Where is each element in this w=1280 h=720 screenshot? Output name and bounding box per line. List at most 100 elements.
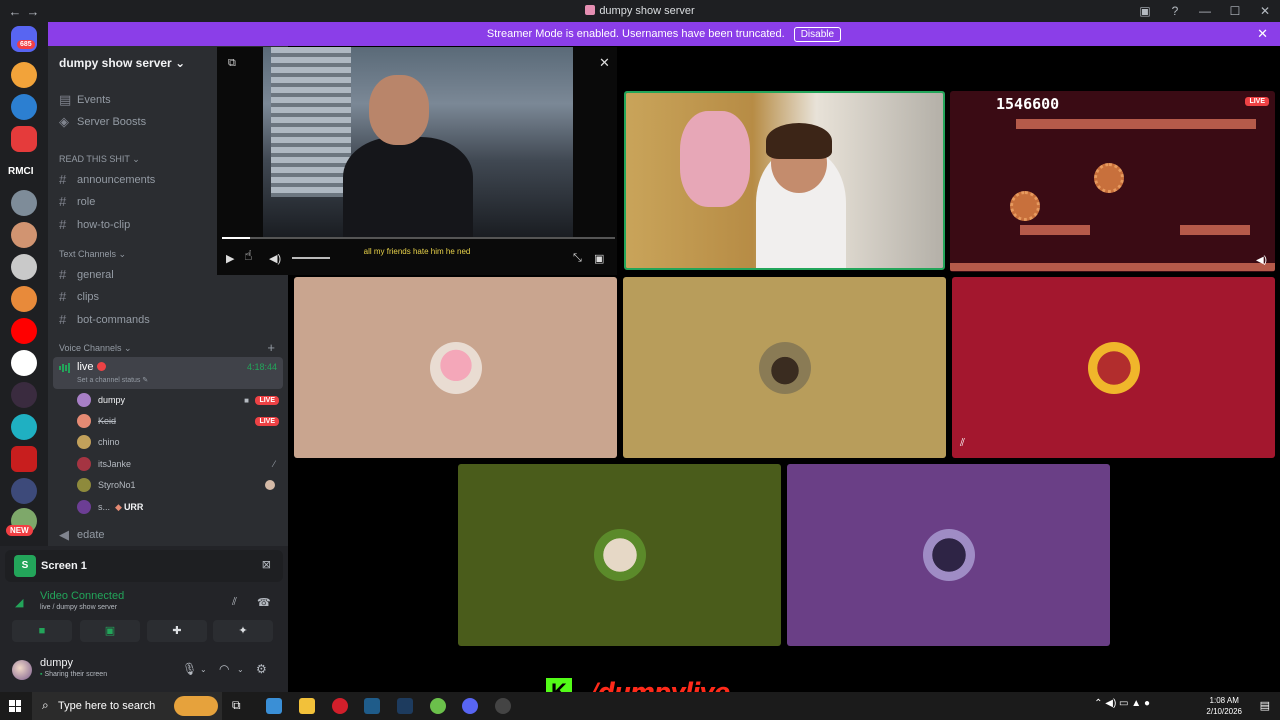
volume-slider[interactable] [292,257,330,259]
participant-tile[interactable]: ⫽ [952,277,1275,458]
channel-how-to-clip[interactable]: # how-to-clip [59,217,130,232]
seek-bar[interactable] [222,237,615,239]
server-name-header[interactable]: dumpy show server ⌄ [59,56,185,70]
microphone-icon[interactable]: 🎙︎ [182,662,197,676]
game-stream-tile[interactable]: 1546600 LIVE ◀) [950,91,1275,272]
volume-icon[interactable]: ◀) [1256,255,1267,266]
live-badge: LIVE [255,395,279,405]
category-read-this[interactable]: READ THIS SHIT ⌄ [59,154,140,165]
inbox-icon[interactable]: ▣ [1130,4,1160,18]
settings-gear-icon[interactable]: ⚙ [256,662,267,676]
live-badge: LIVE [1245,97,1269,106]
connection-channel[interactable]: live / dumpy show server [40,604,117,611]
opera-icon[interactable] [332,698,348,714]
server-rmci[interactable]: RMCI [8,166,34,177]
popout-video-player[interactable]: ⧉ ✕ all my friends hate him he ned ▶ ☝ ◀… [217,47,617,275]
app-icon[interactable] [430,698,446,714]
server-icon-12[interactable] [11,446,37,472]
screen-share-preview[interactable]: S Screen 1 ⊠ [5,550,283,582]
headphones-icon[interactable]: ◠ [219,662,229,676]
participant-tile[interactable] [623,277,946,458]
server-icon-10[interactable] [11,382,37,408]
soundboard-button[interactable]: ✦ [213,620,273,642]
chevron-down-icon[interactable]: ⌄ [237,665,244,674]
minimize-button[interactable]: — [1190,4,1220,18]
category-text-channels[interactable]: Text Channels ⌄ [59,249,126,260]
disable-button[interactable]: Disable [793,26,842,42]
server-icon-5[interactable] [11,222,37,248]
popout-icon[interactable]: ⧉ [228,57,236,70]
webcam-tile[interactable] [624,91,945,270]
maximize-button[interactable]: ☐ [1220,4,1250,18]
noise-suppression-icon[interactable]: ⫽ [232,596,237,609]
taskbar-search[interactable]: ⌕ Type here to search [32,692,222,720]
chevron-down-icon[interactable]: ⌄ [200,665,207,674]
server-icon-6[interactable] [11,254,37,280]
photoshop-icon[interactable] [397,698,413,714]
game-score: 1546600 [996,95,1060,113]
server-icon-3[interactable] [11,126,37,152]
server-icon-1[interactable] [11,62,37,88]
channel-general[interactable]: # general [59,267,114,282]
channel-clips[interactable]: # clips [59,289,99,304]
voice-channel-edate[interactable]: ◀ edate [59,527,105,543]
sidebar-item-events[interactable]: ▤ Events [59,92,111,108]
app-icon[interactable] [495,698,511,714]
app-icon[interactable] [266,698,282,714]
server-icon-8[interactable] [11,318,37,344]
connection-status[interactable]: Video Connected [40,590,124,602]
voice-user[interactable]: StyroNo1 [77,477,279,493]
discord-icon[interactable] [462,698,478,714]
channel-role[interactable]: # role [59,194,95,209]
server-icon-13[interactable] [11,478,37,504]
close-icon[interactable]: ✕ [599,55,610,71]
server-icon-4[interactable] [11,190,37,216]
new-badge[interactable]: NEW [6,525,33,536]
voice-user[interactable]: s... ◆ URR [77,499,279,515]
file-explorer-icon[interactable] [299,698,315,714]
participant-tile[interactable] [787,464,1110,646]
voice-user[interactable]: itsJanke ⁄ [77,456,279,472]
shrink-icon[interactable]: ⤡ [573,252,582,265]
voice-channel-live[interactable]: live 4:18:44 Set a channel status ✎ [53,357,283,389]
back-arrow-icon[interactable]: ← [6,4,24,19]
server-icon-9[interactable] [11,350,37,376]
channel-bot-commands[interactable]: # bot-commands [59,312,150,327]
task-view-icon[interactable]: ⧉ [232,698,248,714]
channel-status-input[interactable]: Set a channel status ✎ [77,376,148,384]
share-screen-button[interactable]: ▣ [80,620,140,642]
close-icon[interactable]: ✕ [1257,26,1268,42]
search-input[interactable]: Type here to search [58,700,155,712]
fullscreen-icon[interactable]: ▣ [594,252,604,265]
volume-icon[interactable]: ◀) [269,252,281,265]
user-name[interactable]: dumpy [40,657,73,669]
camera-button[interactable]: ■ [12,620,72,642]
server-icon-2[interactable] [11,94,37,120]
server-icon-7[interactable] [11,286,37,312]
participant-tile[interactable] [294,277,617,458]
avatar[interactable] [12,660,32,680]
tray-icons[interactable]: ⌃ ◀) ▭ ▲ ● [1094,698,1150,709]
help-icon[interactable]: ? [1160,4,1190,18]
server-icon-11[interactable] [11,414,37,440]
voice-user[interactable]: Keid LIVE [77,413,279,429]
sidebar-item-boosts[interactable]: ◈ Server Boosts [59,114,146,130]
disconnect-icon[interactable]: ☎ [257,596,271,609]
activities-button[interactable]: ✚ [147,620,207,642]
forward-arrow-icon[interactable]: → [24,4,42,19]
voice-user[interactable]: dumpy ■ LIVE [77,392,279,408]
add-channel-icon[interactable]: + [267,340,275,355]
channel-announcements[interactable]: # announcements [59,172,155,187]
system-clock[interactable]: 1:08 AM 2/10/2026 [1206,695,1242,717]
participant-tile[interactable] [458,464,781,646]
category-voice-channels[interactable]: Voice Channels ⌄ [59,343,132,354]
close-button[interactable]: ✕ [1250,4,1280,18]
windows-start-icon[interactable] [9,700,21,712]
vegas-icon[interactable] [364,698,380,714]
notification-icon[interactable]: ▤ [1260,699,1270,712]
voice-user[interactable]: chino [77,434,279,450]
sawblade-icon [1010,191,1040,221]
screen-share-icon: S [14,555,36,577]
play-icon[interactable]: ▶ [226,252,234,265]
stop-share-icon[interactable]: ⊠ [262,558,271,571]
